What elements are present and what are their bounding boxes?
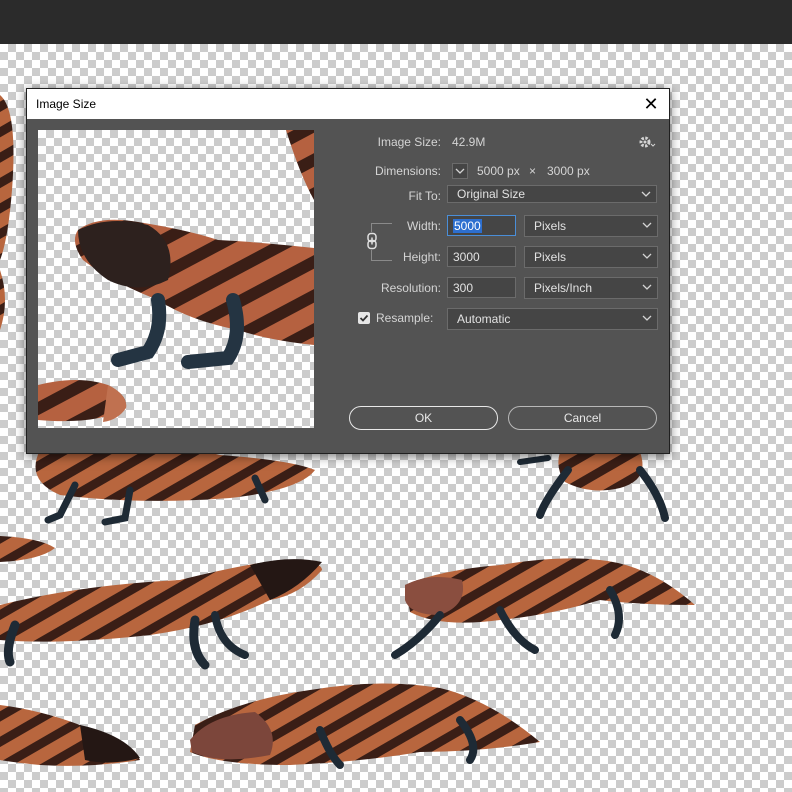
- dialog-title: Image Size: [36, 97, 97, 111]
- dimensions-label: Dimensions:: [374, 164, 441, 178]
- image-size-label: Image Size:: [377, 135, 441, 149]
- resolution-input[interactable]: 300: [447, 277, 516, 298]
- lizard-right-front: [517, 449, 669, 522]
- resolution-value: 300: [453, 281, 474, 295]
- resample-select[interactable]: Automatic: [447, 308, 658, 330]
- dimensions-width: 5000 px: [477, 164, 520, 178]
- chevron-down-icon: [641, 191, 651, 197]
- height-value: 3000: [453, 250, 480, 264]
- cancel-button[interactable]: Cancel: [508, 406, 657, 430]
- chevron-down-icon: [642, 315, 652, 321]
- height-unit-select[interactable]: Pixels: [524, 246, 658, 268]
- fit-to-value: Original Size: [457, 187, 526, 201]
- lizard-left-top: [0, 95, 14, 330]
- app-top-bar: [0, 0, 792, 44]
- fit-to-select[interactable]: Original Size: [447, 185, 657, 203]
- preview-artwork: [38, 130, 314, 422]
- height-label: Height:: [402, 250, 441, 264]
- gear-icon[interactable]: [637, 133, 657, 151]
- dialog-title-bar[interactable]: Image Size ✕: [27, 89, 669, 119]
- link-icon[interactable]: [365, 232, 379, 250]
- resample-label[interactable]: Resample:: [376, 311, 433, 325]
- lizard-bottom-center: [190, 683, 540, 769]
- resolution-unit-value: Pixels/Inch: [534, 281, 593, 295]
- image-preview[interactable]: [38, 130, 314, 428]
- width-unit-value: Pixels: [534, 219, 567, 233]
- dimensions-dropdown[interactable]: [452, 163, 468, 179]
- width-unit-select[interactable]: Pixels: [524, 215, 658, 237]
- resolution-unit-select[interactable]: Pixels/Inch: [524, 277, 658, 299]
- lizard-lower-right: [391, 558, 695, 659]
- chevron-down-icon: [455, 168, 465, 174]
- width-input[interactable]: 5000: [447, 215, 516, 236]
- image-size-value: 42.9M: [452, 135, 486, 149]
- height-input[interactable]: 3000: [447, 246, 516, 267]
- image-size-dialog: Image Size ✕ Image Size: 42.9M Dimension…: [26, 88, 670, 454]
- chevron-down-icon: [642, 222, 652, 228]
- dimensions-times: ×: [529, 164, 537, 178]
- close-icon[interactable]: ✕: [639, 92, 663, 116]
- resolution-label: Resolution:: [380, 281, 441, 295]
- ok-button[interactable]: OK: [349, 406, 498, 430]
- resample-checkbox[interactable]: [358, 312, 370, 324]
- lizard-tail-left: [0, 536, 55, 562]
- height-unit-value: Pixels: [534, 250, 567, 264]
- checkmark-icon: [359, 314, 369, 322]
- lizard-bottom-left: [0, 705, 140, 766]
- fit-to-label: Fit To:: [408, 189, 441, 203]
- resample-value: Automatic: [457, 312, 511, 326]
- chevron-down-icon: [642, 284, 652, 290]
- width-label: Width:: [406, 219, 441, 233]
- width-value: 5000: [453, 219, 482, 233]
- dimensions-height: 3000 px: [547, 164, 590, 178]
- lizard-lower-left: [0, 559, 322, 670]
- chevron-down-icon: [642, 253, 652, 259]
